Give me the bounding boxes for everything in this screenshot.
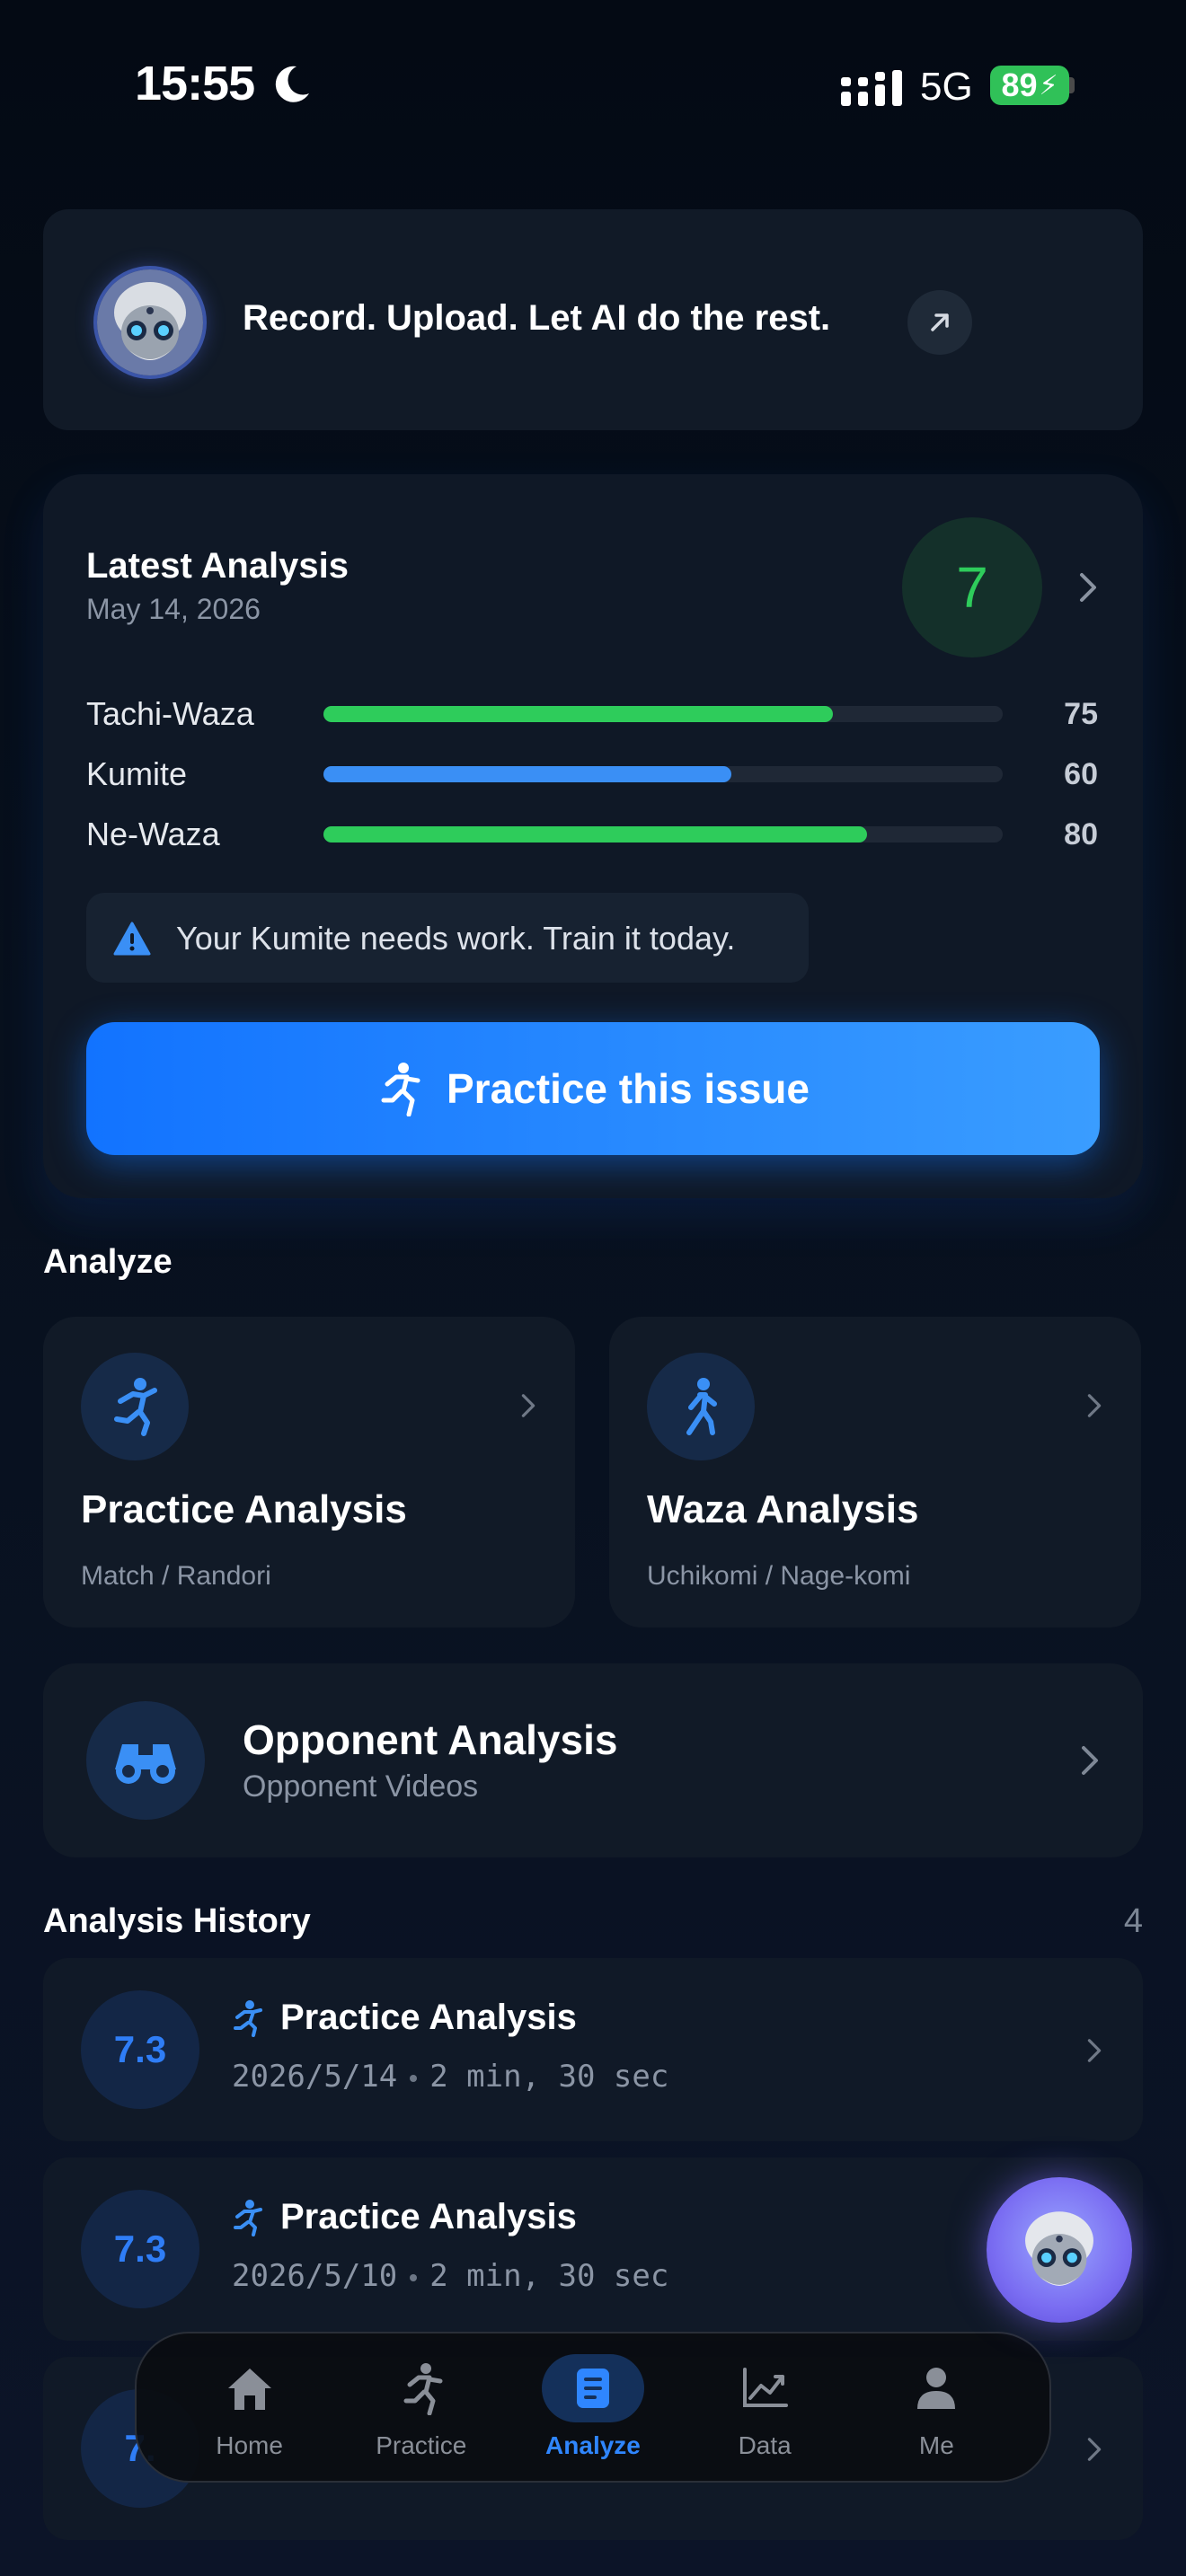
tile-subtitle: Match / Randori <box>81 1561 271 1591</box>
practice-icon <box>403 2363 443 2415</box>
bar-fill <box>323 706 833 722</box>
tab-label: Home <box>216 2431 283 2459</box>
separator-dot <box>410 2273 418 2281</box>
bar-fill <box>323 766 731 782</box>
practice-button-label: Practice this issue <box>447 1065 810 1112</box>
bar-label: Ne-Waza <box>86 816 220 852</box>
bar-value: 60 <box>1064 757 1098 791</box>
person-icon <box>917 2368 956 2409</box>
history-duration: 2 min, 30 sec <box>429 2059 669 2095</box>
bar-value: 75 <box>1064 697 1098 731</box>
tab-bar: Home Practice Analyze Data Me <box>135 2332 1051 2483</box>
ai-avatar <box>1025 2211 1093 2286</box>
charging-icon: ⚡ <box>1039 70 1058 101</box>
opponent-analysis-title: Opponent Analysis <box>243 1716 618 1763</box>
tab-me[interactable]: Me <box>860 2354 1013 2460</box>
history-name: Practice Analysis <box>280 1998 577 2037</box>
warning-icon <box>113 922 151 956</box>
tab-analyze[interactable]: Analyze <box>517 2354 669 2460</box>
signal-icon <box>841 70 902 106</box>
tile-subtitle: Uchikomi / Nage-komi <box>647 1561 911 1591</box>
history-duration: 2 min, 30 sec <box>429 2258 669 2294</box>
history-meta: 2026/5/10 2 min, 30 sec <box>232 2258 668 2294</box>
chevron-right-icon <box>1087 1394 1102 1417</box>
promo-text: Record. Upload. Let AI do the rest. <box>243 298 831 338</box>
running-person-icon <box>381 1063 420 1116</box>
history-row[interactable] <box>43 2157 1143 2341</box>
open-promo-button[interactable] <box>907 290 972 355</box>
latest-analysis-date: May 14, 2026 <box>86 593 261 625</box>
opponent-icon-bg <box>86 1701 205 1820</box>
chevron-right-icon <box>1087 2039 1102 2062</box>
analyze-section-title: Analyze <box>43 1243 173 1281</box>
bar-label: Tachi-Waza <box>86 695 254 732</box>
moon-icon <box>275 66 309 102</box>
bar-value: 80 <box>1064 817 1098 851</box>
history-date: 2026/5/10 <box>232 2258 398 2294</box>
tab-practice[interactable]: Practice <box>345 2354 498 2460</box>
separator-dot <box>410 2074 418 2082</box>
battery-level: 89 <box>1001 66 1038 103</box>
tab-data[interactable]: Data <box>688 2354 841 2460</box>
opponent-analysis-subtitle: Opponent Videos <box>243 1769 479 1804</box>
ai-assistant-button[interactable] <box>987 2177 1132 2323</box>
bar-track <box>323 826 1003 842</box>
tab-label: Analyze <box>545 2431 641 2459</box>
tab-label: Data <box>738 2431 792 2459</box>
battery-tip <box>1069 77 1075 93</box>
history-date: 2026/5/14 <box>232 2059 398 2095</box>
warning-text: Your Kumite needs work. Train it today. <box>176 920 736 957</box>
tile-title: Practice Analysis <box>81 1487 407 1531</box>
practice-icon <box>234 2200 262 2236</box>
chart-icon <box>743 2368 789 2407</box>
chevron-right-icon[interactable] <box>1075 569 1102 605</box>
history-score: 7.3 <box>81 1990 199 2109</box>
chevron-right-icon <box>1082 1746 1098 1775</box>
chevron-right-icon <box>521 1394 535 1417</box>
status-time: 15:55 <box>135 57 255 110</box>
tab-home[interactable]: Home <box>173 2354 326 2460</box>
history-section-title: Analysis History <box>43 1902 311 1940</box>
history-count: 4 <box>1123 1902 1143 1940</box>
tab-label: Me <box>918 2431 954 2459</box>
walking-person-icon <box>686 1378 717 1435</box>
history-meta: 2026/5/14 2 min, 30 sec <box>232 2059 668 2095</box>
tile-title: Waza Analysis <box>647 1487 919 1531</box>
bar-track <box>323 766 1003 782</box>
battery-indicator: 89 ⚡ <box>990 66 1069 105</box>
practice-icon <box>234 2000 262 2037</box>
bar-label: Kumite <box>86 755 188 792</box>
bar-fill <box>323 826 867 842</box>
analyze-icon <box>576 2369 609 2408</box>
history-score: 7.3 <box>81 2190 199 2308</box>
practice-analysis-icon-bg <box>81 1353 189 1460</box>
binoculars-icon <box>115 1744 176 1784</box>
arrow-up-right-icon <box>931 313 949 331</box>
waza-analysis-icon-bg <box>647 1353 755 1460</box>
network-type: 5G <box>920 65 973 109</box>
bar-track <box>323 706 1003 722</box>
home-icon <box>227 2369 271 2410</box>
practice-this-issue-button[interactable]: Practice this issue <box>86 1022 1100 1155</box>
tab-label: Practice <box>376 2431 467 2459</box>
history-row[interactable] <box>43 1958 1143 2141</box>
chevron-right-icon <box>1087 2438 1102 2461</box>
latest-analysis-title: Latest Analysis <box>86 546 349 586</box>
history-name: Practice Analysis <box>280 2197 577 2236</box>
judo-throw-icon <box>114 1378 157 1436</box>
ai-avatar <box>97 269 203 375</box>
overall-score: 7 <box>902 517 1042 657</box>
